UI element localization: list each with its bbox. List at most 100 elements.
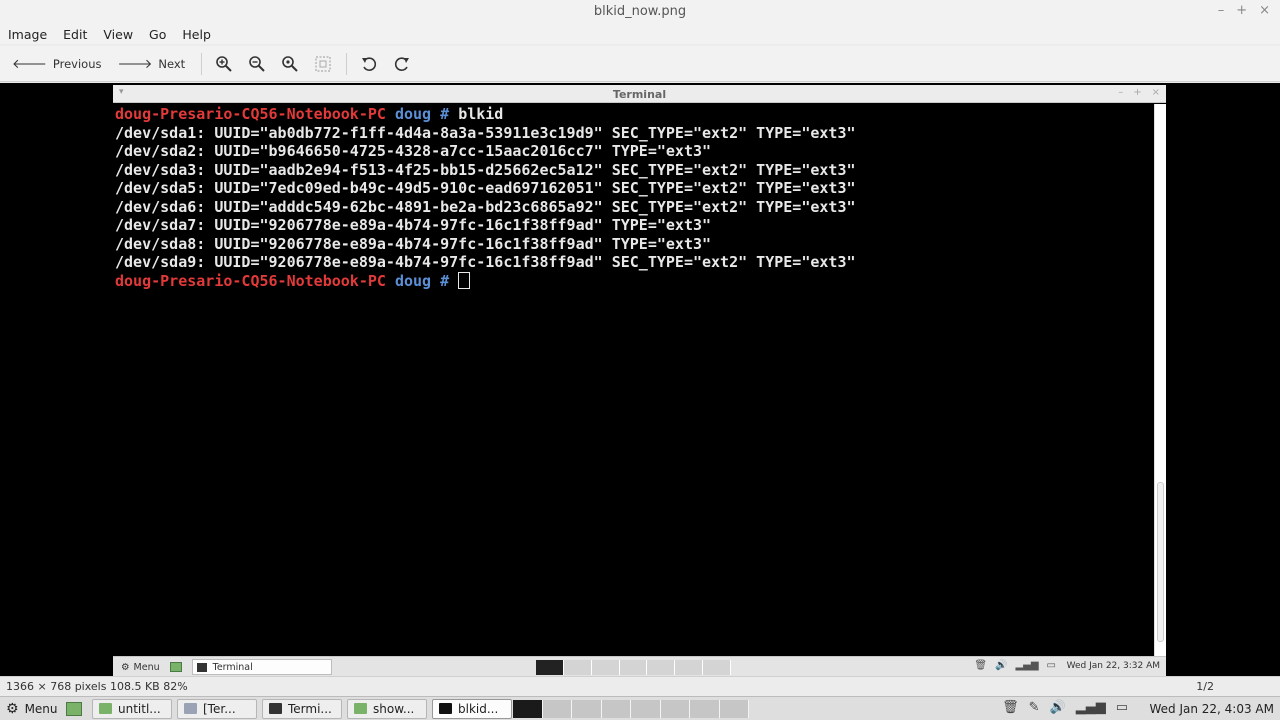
statusbar: 1366 × 768 pixels 108.5 KB 82% 1/2 <box>0 676 1280 696</box>
inner-task-terminal: Terminal <box>191 659 332 675</box>
terminal-icon <box>269 703 282 714</box>
taskbar: ⚙ Menu untitl... [Ter... Termi... show..… <box>0 696 1280 720</box>
menu-image[interactable]: Image <box>8 27 47 42</box>
prompt-user: doug <box>394 105 432 123</box>
task-label: [Ter... <box>203 701 236 716</box>
inner-workspace-pager <box>536 660 732 675</box>
rotate-left-button[interactable] <box>359 54 379 74</box>
taskbar-clock[interactable]: Wed Jan 22, 4:03 AM <box>1149 702 1274 716</box>
previous-button[interactable]: 🡐 Previous <box>12 56 101 72</box>
inner-menu: ⚙ Menu <box>121 662 160 673</box>
zoom-in-icon <box>216 55 232 72</box>
workspace-6[interactable] <box>660 700 690 718</box>
battery-icon: ▭ <box>1046 660 1056 671</box>
prompt-symbol: # <box>440 271 450 290</box>
toolbar: 🡐 Previous 🡒 Next <box>0 46 1280 82</box>
gear-icon: ⚙ <box>6 700 19 717</box>
volume-icon: 🔊 <box>995 660 1008 671</box>
taskbar-item-terminal[interactable]: Termi... <box>262 698 342 719</box>
workspace-7[interactable] <box>690 700 720 718</box>
show-desktop-icon <box>169 662 182 672</box>
output-line: /dev/sda3: UUID="aadb2e94-f513-4f25-bb15… <box>115 160 856 179</box>
window-title: blkid_now.png <box>593 4 687 19</box>
toolbar-separator <box>201 52 203 75</box>
close-button[interactable]: × <box>1259 3 1270 18</box>
taskbar-item-untitled[interactable]: untitl... <box>92 698 172 719</box>
terminal-window-controls: – + × <box>1118 87 1160 98</box>
signal-icon: ▂▄▆ <box>1015 660 1039 671</box>
workspace-5[interactable] <box>631 700 661 718</box>
menu-help[interactable]: Help <box>182 27 211 42</box>
start-menu-label: Menu <box>24 701 58 716</box>
workspace-8[interactable] <box>719 700 749 718</box>
workspace-pager[interactable] <box>513 700 749 718</box>
screenshot-image: ▾ Terminal – + × doug-Presario-CQ56-Notebo… <box>113 85 1166 677</box>
terminal-cursor <box>458 271 471 289</box>
window-icon <box>184 703 197 714</box>
window-titlebar: blkid_now.png – + × <box>0 0 1280 24</box>
menu-view[interactable]: View <box>103 27 133 42</box>
page-indicator: 1/2 <box>1196 680 1214 693</box>
previous-label: Previous <box>52 56 102 71</box>
next-button[interactable]: 🡒 Next <box>117 56 185 72</box>
taskbar-item-ter[interactable]: [Ter... <box>177 698 257 719</box>
rotate-right-button[interactable] <box>392 54 412 74</box>
folder-icon <box>99 703 112 714</box>
prompt-user: doug <box>394 271 432 290</box>
taskbar-item-show[interactable]: show... <box>347 698 427 719</box>
minimize-button[interactable]: – <box>1218 3 1225 18</box>
command-text: blkid <box>458 105 504 123</box>
workspace-4[interactable] <box>601 700 631 718</box>
show-desktop-icon[interactable] <box>66 701 82 716</box>
folder-icon <box>354 703 367 714</box>
rotate-left-icon <box>362 56 377 71</box>
prompt-host: doug-Presario-CQ56-Notebook-PC <box>115 271 386 290</box>
next-label: Next <box>158 56 186 71</box>
battery-icon[interactable]: ▭ <box>1116 700 1128 715</box>
zoom-normal-button[interactable] <box>280 54 300 74</box>
workspace-2[interactable] <box>542 700 572 718</box>
inner-taskbar: ⚙ Menu Terminal 🗑 🔊 ▂▄▆ ▭ Wed Jan 22, 3:… <box>113 656 1166 677</box>
image-canvas[interactable]: ▾ Terminal – + × doug-Presario-CQ56-Notebo… <box>0 83 1280 677</box>
zoom-out-button[interactable] <box>247 54 267 74</box>
terminal-title: Terminal <box>612 88 667 101</box>
inner-clock: Wed Jan 22, 3:32 AM <box>1066 661 1160 671</box>
zoom-in-button[interactable] <box>214 54 234 74</box>
workspace-1[interactable] <box>513 700 543 718</box>
output-line: /dev/sda6: UUID="adddc549-62bc-4891-be2a… <box>115 197 856 216</box>
menu-go[interactable]: Go <box>149 27 166 42</box>
fit-window-button[interactable] <box>313 54 333 74</box>
output-line: /dev/sda8: UUID="9206778e-e89a-4b74-97fc… <box>115 234 712 253</box>
maximize-button[interactable]: + <box>1236 3 1247 18</box>
fit-window-icon <box>315 55 331 72</box>
menubar: Image Edit View Go Help <box>0 24 1280 44</box>
terminal-scrollbar <box>1154 104 1166 656</box>
trash-icon: 🗑 <box>974 660 988 671</box>
rotate-right-icon <box>395 56 410 71</box>
inner-task-label: Terminal <box>212 661 253 673</box>
task-label: Termi... <box>288 701 332 716</box>
trash-icon[interactable]: 🗑 <box>1002 700 1019 715</box>
taskbar-item-blkid[interactable]: blkid... <box>432 698 512 719</box>
inner-menu-label: Menu <box>133 661 160 673</box>
task-label: blkid... <box>458 701 499 716</box>
zoom-fit-icon <box>282 55 298 72</box>
prompt-symbol: # <box>440 105 450 123</box>
workspace-3[interactable] <box>572 700 602 718</box>
inner-system-tray: 🗑 🔊 ▂▄▆ ▭ <box>974 660 1056 671</box>
pen-icon[interactable]: ✎ <box>1029 700 1040 715</box>
prompt-host: doug-Presario-CQ56-Notebook-PC <box>115 105 386 123</box>
terminal-titlebar: ▾ Terminal – + × <box>113 85 1166 103</box>
output-line: /dev/sda2: UUID="b9646650-4725-4328-a7cc… <box>115 142 712 160</box>
volume-icon[interactable]: 🔊 <box>1050 700 1066 715</box>
system-tray: 🗑 ✎ 🔊 ▂▄▆ ▭ <box>1002 700 1128 715</box>
arrow-left-icon: 🡐 <box>12 56 47 72</box>
signal-icon[interactable]: ▂▄▆ <box>1076 700 1106 715</box>
zoom-out-icon <box>249 55 265 72</box>
output-line: /dev/sda1: UUID="ab0db772-f1ff-4d4a-8a3a… <box>115 123 856 142</box>
image-viewer-icon <box>439 703 452 714</box>
terminal-icon <box>196 662 207 672</box>
menu-edit[interactable]: Edit <box>63 27 87 42</box>
start-menu-button[interactable]: ⚙ Menu <box>6 701 66 717</box>
gear-icon: ⚙ <box>121 661 130 673</box>
